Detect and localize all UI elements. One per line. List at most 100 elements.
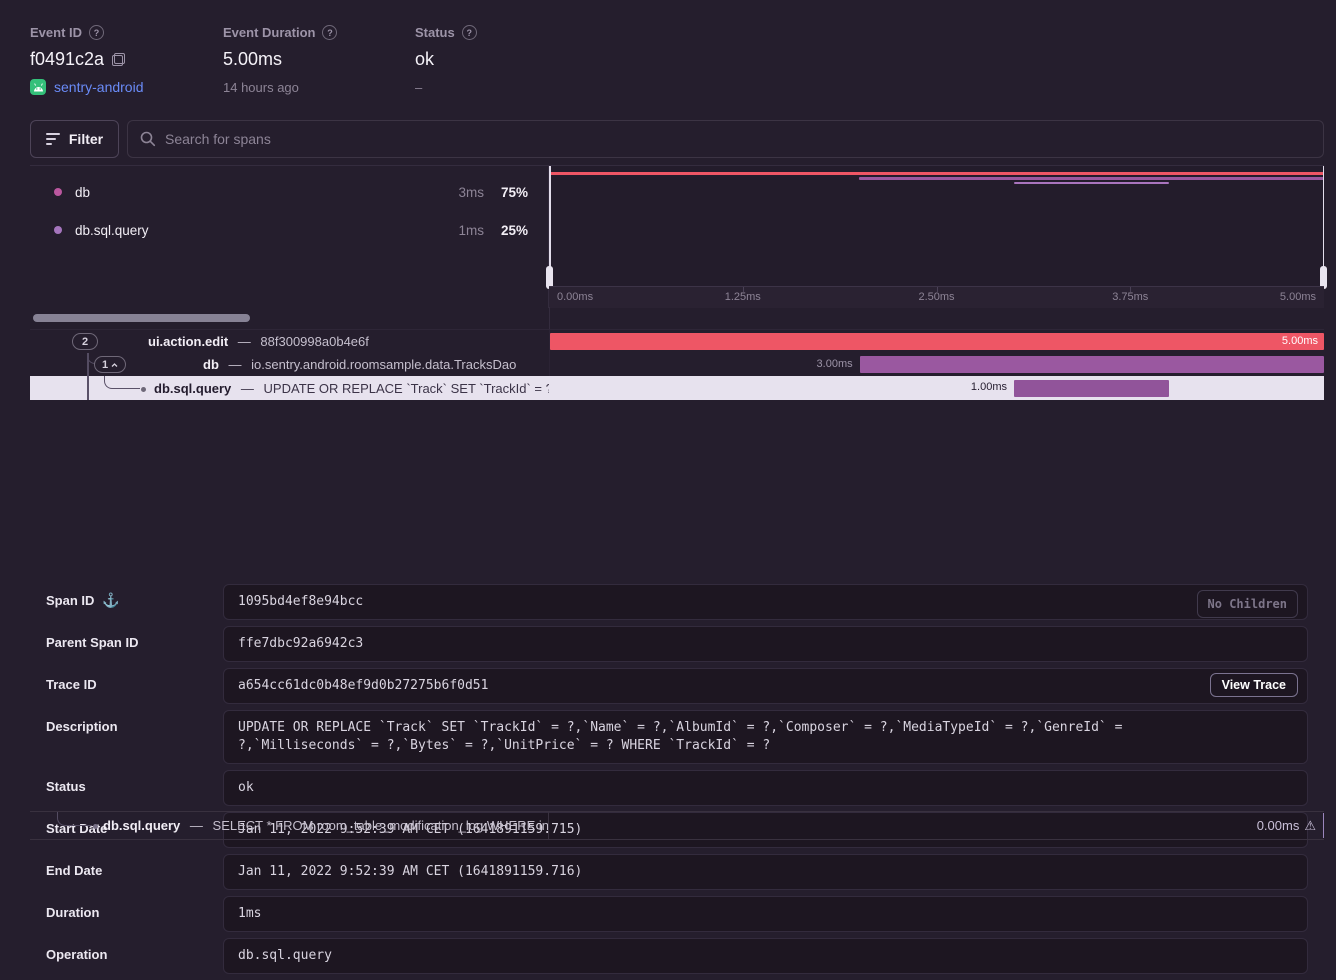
horizontal-scrollbar[interactable] <box>33 314 250 322</box>
event-id-label: Event ID <box>30 25 82 40</box>
search-icon <box>140 131 156 147</box>
help-icon[interactable]: ? <box>462 25 477 40</box>
tree-scroll-row <box>30 307 1324 330</box>
legend-item[interactable]: db 3ms 75% <box>30 178 548 206</box>
legend-op: db <box>75 185 440 200</box>
legend-duration: 3ms <box>440 185 484 200</box>
filter-button[interactable]: Filter <box>30 120 119 158</box>
op-legend: db 3ms 75% db.sql.query 1ms 25% <box>30 166 549 308</box>
event-id-column: Event ID ? f0491c2a sentry-android <box>30 0 144 95</box>
span-bar-duration: 1.00ms <box>971 381 1007 393</box>
filter-button-label: Filter <box>69 131 103 147</box>
span-row-ui-action-edit[interactable]: 2 ui.action.edit — 88f300998a0b4e6f 5.00… <box>30 330 1324 353</box>
span-row-db-sql-query-select[interactable]: db.sql.query — SELECT * FROM room_table_… <box>30 811 1324 840</box>
event-id-value: f0491c2a <box>30 49 104 70</box>
minimap-span-line <box>859 177 1324 180</box>
axis-tick: 2.50ms <box>918 291 954 303</box>
detail-row-status: Status ok <box>46 770 1308 806</box>
status-label: Status <box>415 25 455 40</box>
axis-tick: 3.75ms <box>1112 291 1148 303</box>
legend-duration: 1ms <box>440 223 484 238</box>
span-bar[interactable] <box>860 356 1324 373</box>
detail-row-end-date: End Date Jan 11, 2022 9:52:39 AM CET (16… <box>46 854 1308 890</box>
help-icon[interactable]: ? <box>322 25 337 40</box>
time-axis: 0.00ms 1.25ms 2.50ms 3.75ms 5.00ms <box>549 286 1324 308</box>
span-desc: 88f300998a0b4e6f <box>260 334 368 349</box>
tree-node-dot <box>141 387 146 392</box>
view-trace-button[interactable]: View Trace <box>1210 673 1298 697</box>
search-input[interactable] <box>165 131 1311 147</box>
axis-tick: 5.00ms <box>1280 291 1316 303</box>
detail-row-parent-span-id: Parent Span ID ffe7dbc92a6942c3 <box>46 626 1308 662</box>
detail-row-operation: Operation db.sql.query <box>46 938 1308 974</box>
search-box[interactable] <box>127 120 1324 158</box>
anchor-icon[interactable]: ⚓ <box>102 593 119 608</box>
legend-op: db.sql.query <box>75 223 440 238</box>
legend-percent: 25% <box>484 223 528 238</box>
tree-connector <box>57 812 92 826</box>
span-status-value: ok <box>238 779 1293 797</box>
axis-tick: 0.00ms <box>557 291 593 303</box>
no-children-badge: No Children <box>1197 590 1298 618</box>
detail-row-description: Description UPDATE OR REPLACE `Track` SE… <box>46 710 1308 764</box>
event-duration-column: Event Duration ? 5.00ms 14 hours ago <box>223 0 337 95</box>
legend-item[interactable]: db.sql.query 1ms 25% <box>30 216 548 244</box>
event-age: 14 hours ago <box>223 80 337 95</box>
warning-icon: ⚠ <box>1304 818 1316 834</box>
span-count-badge[interactable]: 2 <box>72 333 98 350</box>
span-id-value: 1095bd4ef8e94bcc <box>238 593 1293 611</box>
event-duration-label: Event Duration <box>223 25 315 40</box>
copy-icon[interactable] <box>112 53 125 66</box>
project-link[interactable]: sentry-android <box>54 79 144 95</box>
end-date-value: Jan 11, 2022 9:52:39 AM CET (1641891159.… <box>238 863 1293 881</box>
timeline-minimap[interactable]: 0.00ms 1.25ms 2.50ms 3.75ms 5.00ms <box>549 166 1324 308</box>
span-row-db-sql-query-selected[interactable]: db.sql.query — UPDATE OR REPLACE `Track`… <box>30 376 1324 400</box>
span-op: db.sql.query <box>154 381 231 396</box>
span-desc: UPDATE OR REPLACE `Track` SET `TrackId` … <box>264 381 549 396</box>
trace-id-value: a654cc61dc0b48ef9d0b27275b6f0d51 <box>238 677 1293 695</box>
legend-dot <box>54 226 62 234</box>
span-op: db.sql.query <box>103 818 180 833</box>
span-row-db[interactable]: 1 db — io.sentry.android.roomsample.data… <box>30 353 1324 376</box>
operation-value: db.sql.query <box>238 947 1293 965</box>
span-bar-duration: 0.00ms <box>1257 818 1300 833</box>
minimap-span-line <box>1014 182 1169 184</box>
detail-row-duration: Duration 1ms <box>46 896 1308 932</box>
tree-connector <box>104 376 140 389</box>
parent-span-id-value: ffe7dbc92a6942c3 <box>238 635 1293 653</box>
status-column: Status ? ok – <box>415 0 477 95</box>
help-icon[interactable]: ? <box>89 25 104 40</box>
timeline-overview: db 3ms 75% db.sql.query 1ms 25% <box>30 165 1324 307</box>
span-desc: io.sentry.android.roomsample.data.Tracks… <box>251 357 516 372</box>
toolbar: Filter <box>30 120 1324 158</box>
tree-node-dot <box>93 824 98 829</box>
span-op: db <box>203 357 219 372</box>
event-duration-value: 5.00ms <box>223 49 282 70</box>
span-details: Span ID ⚓ 1095bd4ef8e94bcc No Children P… <box>30 565 1324 980</box>
span-op: ui.action.edit <box>148 334 228 349</box>
tree-connector <box>87 376 89 400</box>
minimap-chart[interactable] <box>549 166 1324 286</box>
legend-percent: 75% <box>484 185 528 200</box>
detail-row-trace-id: Trace ID a654cc61dc0b48ef9d0b27275b6f0d5… <box>46 668 1308 704</box>
span-bar[interactable] <box>1014 380 1169 397</box>
chevron-up-icon <box>111 362 118 369</box>
span-duration-value: 1ms <box>238 905 1293 923</box>
span-bar-duration: 5.00ms <box>1282 335 1318 347</box>
filter-icon <box>46 133 60 145</box>
event-header: Event ID ? f0491c2a sentry-android Event… <box>0 0 1336 112</box>
span-tree: 2 ui.action.edit — 88f300998a0b4e6f 5.00… <box>30 330 1324 400</box>
status-value: ok <box>415 49 434 70</box>
legend-dot <box>54 188 62 196</box>
description-value: UPDATE OR REPLACE `Track` SET `TrackId` … <box>238 719 1247 755</box>
span-bar-duration: 3.00ms <box>817 358 853 370</box>
span-desc: SELECT * FROM room_table_modification_lo… <box>213 818 549 833</box>
minimap-span-line <box>549 172 1324 175</box>
android-icon <box>30 79 46 95</box>
status-sub: – <box>415 80 477 95</box>
timeline-cursor <box>1323 813 1325 838</box>
spans-panel: db 3ms 75% db.sql.query 1ms 25% <box>30 165 1324 840</box>
span-bar[interactable]: 5.00ms <box>550 333 1324 350</box>
detail-row-span-id: Span ID ⚓ 1095bd4ef8e94bcc No Children <box>46 584 1308 620</box>
span-toggle-badge[interactable]: 1 <box>94 356 126 373</box>
